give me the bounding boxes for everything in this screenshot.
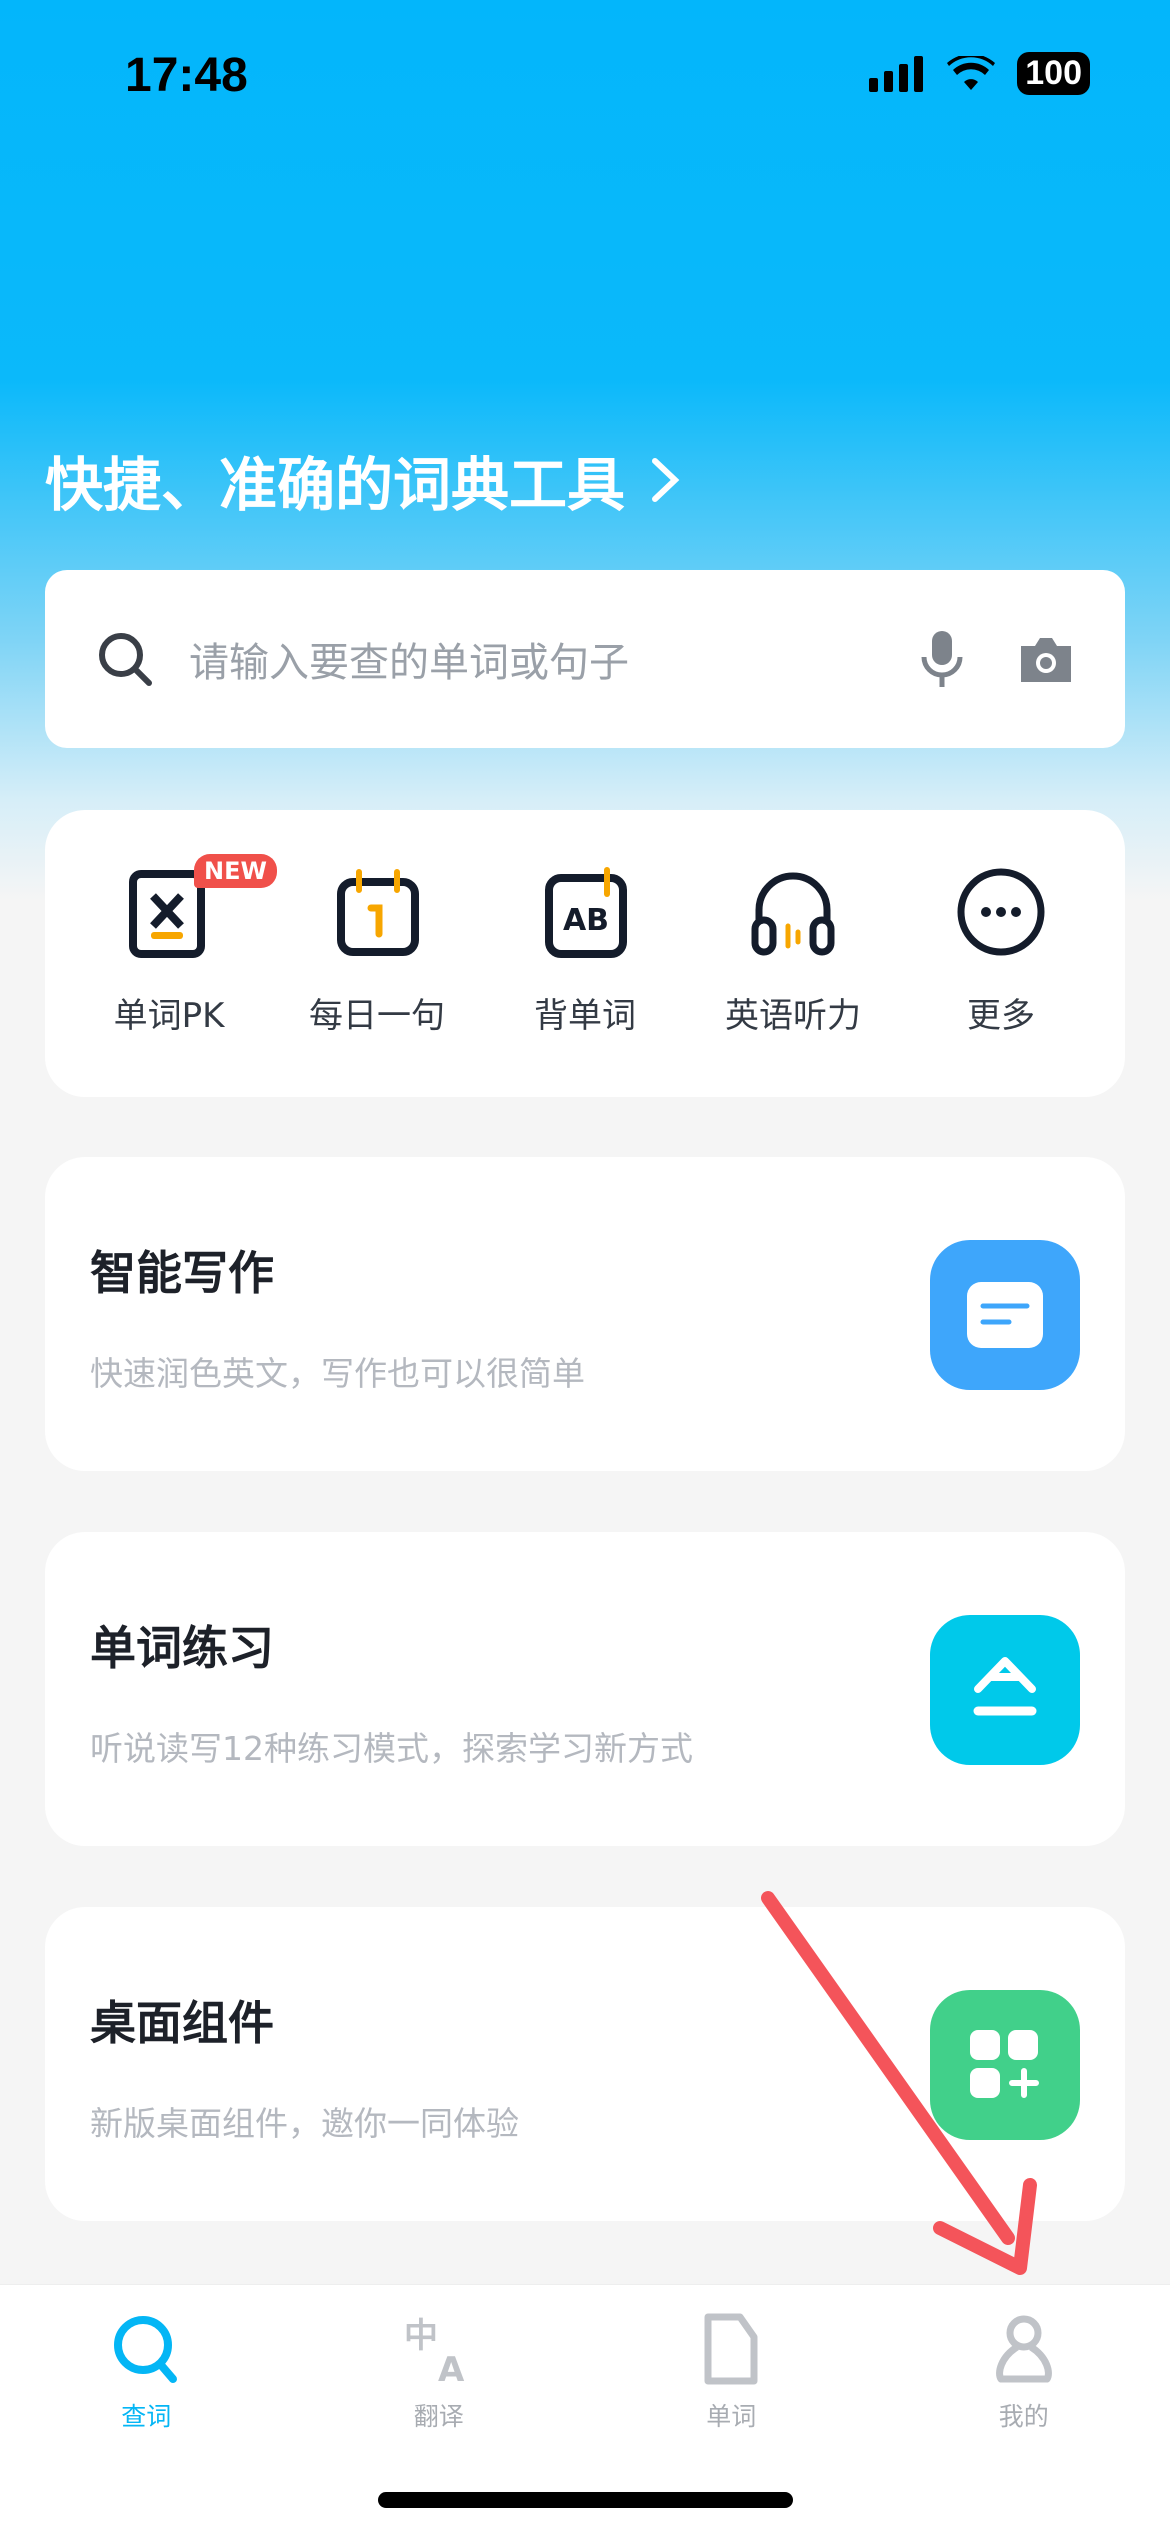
annotation-arrow: [761, 1891, 1037, 2275]
file-icon: [704, 2313, 758, 2385]
user-icon: [995, 2315, 1052, 2383]
tab-label: 我的: [998, 2402, 1049, 2431]
svg-text:中: 中: [404, 2316, 438, 2356]
translate-icon: 中A: [404, 2316, 465, 2385]
tab-me[interactable]: 我的: [924, 2313, 1124, 2532]
tab-label: 单词: [706, 2402, 757, 2431]
tab-lookup[interactable]: 查词: [46, 2313, 246, 2532]
tab-label: 查词: [121, 2402, 172, 2431]
home-indicator: [378, 2492, 793, 2508]
search-icon: [114, 2316, 178, 2383]
svg-text:A: A: [438, 2350, 465, 2385]
tab-label: 翻译: [413, 2402, 464, 2431]
